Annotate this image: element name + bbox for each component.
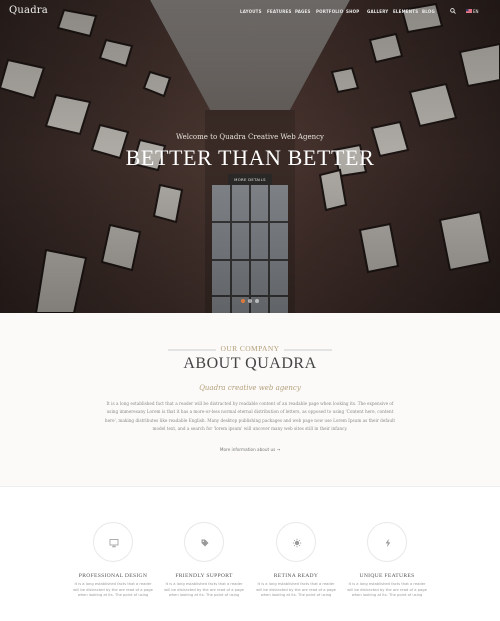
feature-text: It is a long established facts that a re… bbox=[347, 582, 427, 598]
feature-text: It is a long established facts that a re… bbox=[256, 582, 336, 598]
about-body-text: It is a long established fact that a rea… bbox=[98, 400, 402, 434]
about-body-line: using immeresany Lorem is that it has a … bbox=[106, 409, 394, 415]
features-section: PROFESSIONAL DESIGN It is a long establi… bbox=[0, 488, 500, 621]
hero-section: Quadra LAYOUTS FEATURES PAGES PORTFOLIO … bbox=[0, 0, 500, 313]
feature-retina-ready: RETINA READY It is a long established fa… bbox=[250, 522, 342, 612]
feature-professional-design: PROFESSIONAL DESIGN It is a long establi… bbox=[67, 522, 159, 612]
nav-shop[interactable]: SHOP bbox=[346, 9, 359, 14]
monitor-icon bbox=[109, 539, 119, 548]
about-kicker-row: OUR COMPANY bbox=[168, 344, 332, 354]
nav-features[interactable]: FEATURES bbox=[267, 9, 292, 14]
nav-portfolio[interactable]: PORTFOLIO bbox=[316, 9, 343, 14]
feature-icon-circle bbox=[367, 522, 407, 562]
feature-title: PROFESSIONAL DESIGN bbox=[78, 573, 148, 579]
about-subtitle: Quadra creative web agency bbox=[199, 384, 301, 392]
feature-icon-circle bbox=[93, 522, 133, 562]
feature-icon-circle bbox=[276, 522, 316, 562]
main-nav: LAYOUTS FEATURES PAGES PORTFOLIO SHOP GA… bbox=[0, 9, 500, 19]
nav-blog[interactable]: BLOG bbox=[422, 9, 435, 14]
feature-icon-circle bbox=[184, 522, 224, 562]
nav-layouts[interactable]: LAYOUTS bbox=[240, 9, 262, 14]
nav-gallery[interactable]: GALLERY bbox=[367, 9, 388, 14]
language-selector[interactable]: EN bbox=[473, 9, 479, 14]
feature-title: UNIQUE FEATURES bbox=[359, 573, 415, 579]
tag-icon bbox=[201, 539, 209, 547]
feature-title: FRIENDLY SUPPORT bbox=[175, 573, 233, 579]
nav-pages[interactable]: PAGES bbox=[295, 9, 311, 14]
more-information-link[interactable]: More information about us → bbox=[0, 447, 500, 452]
hero-kicker: Welcome to Quadra Creative Web Agency bbox=[176, 133, 324, 141]
slider-dot-1[interactable] bbox=[241, 299, 245, 303]
search-icon[interactable] bbox=[450, 8, 456, 14]
about-section: OUR COMPANY ABOUT QUADRA Quadra creative… bbox=[0, 313, 500, 487]
sun-icon bbox=[292, 538, 302, 548]
about-body-line: It is a long established fact that a rea… bbox=[106, 401, 394, 406]
hero-title: BETTER THAN BETTER bbox=[125, 145, 375, 170]
slider-dot-3[interactable] bbox=[255, 299, 259, 303]
feature-text: It is a long established facts that a re… bbox=[73, 582, 153, 598]
feature-friendly-support: FRIENDLY SUPPORT It is a long establishe… bbox=[158, 522, 250, 612]
us-flag-icon[interactable] bbox=[466, 9, 472, 13]
slider-dot-2[interactable] bbox=[248, 299, 252, 303]
feature-unique-features: UNIQUE FEATURES It is a long established… bbox=[341, 522, 433, 612]
slider-pagination bbox=[241, 299, 261, 303]
feature-title: RETINA READY bbox=[273, 573, 319, 579]
about-kicker: OUR COMPANY bbox=[220, 344, 280, 353]
nav-elements[interactable]: ELEMENTS bbox=[393, 9, 418, 14]
top-navigation-bar: Quadra LAYOUTS FEATURES PAGES PORTFOLIO … bbox=[0, 0, 500, 24]
about-body-line: model text, and a search for 'lorem ipsu… bbox=[152, 426, 348, 432]
about-body-line: here', making distributes like readable … bbox=[104, 417, 396, 423]
more-details-button[interactable]: MORE DETAILS bbox=[228, 174, 272, 185]
feature-text: It is a long established facts that a re… bbox=[164, 582, 244, 598]
lightning-icon bbox=[385, 538, 391, 548]
about-title: ABOUT QUADRA bbox=[183, 355, 317, 372]
